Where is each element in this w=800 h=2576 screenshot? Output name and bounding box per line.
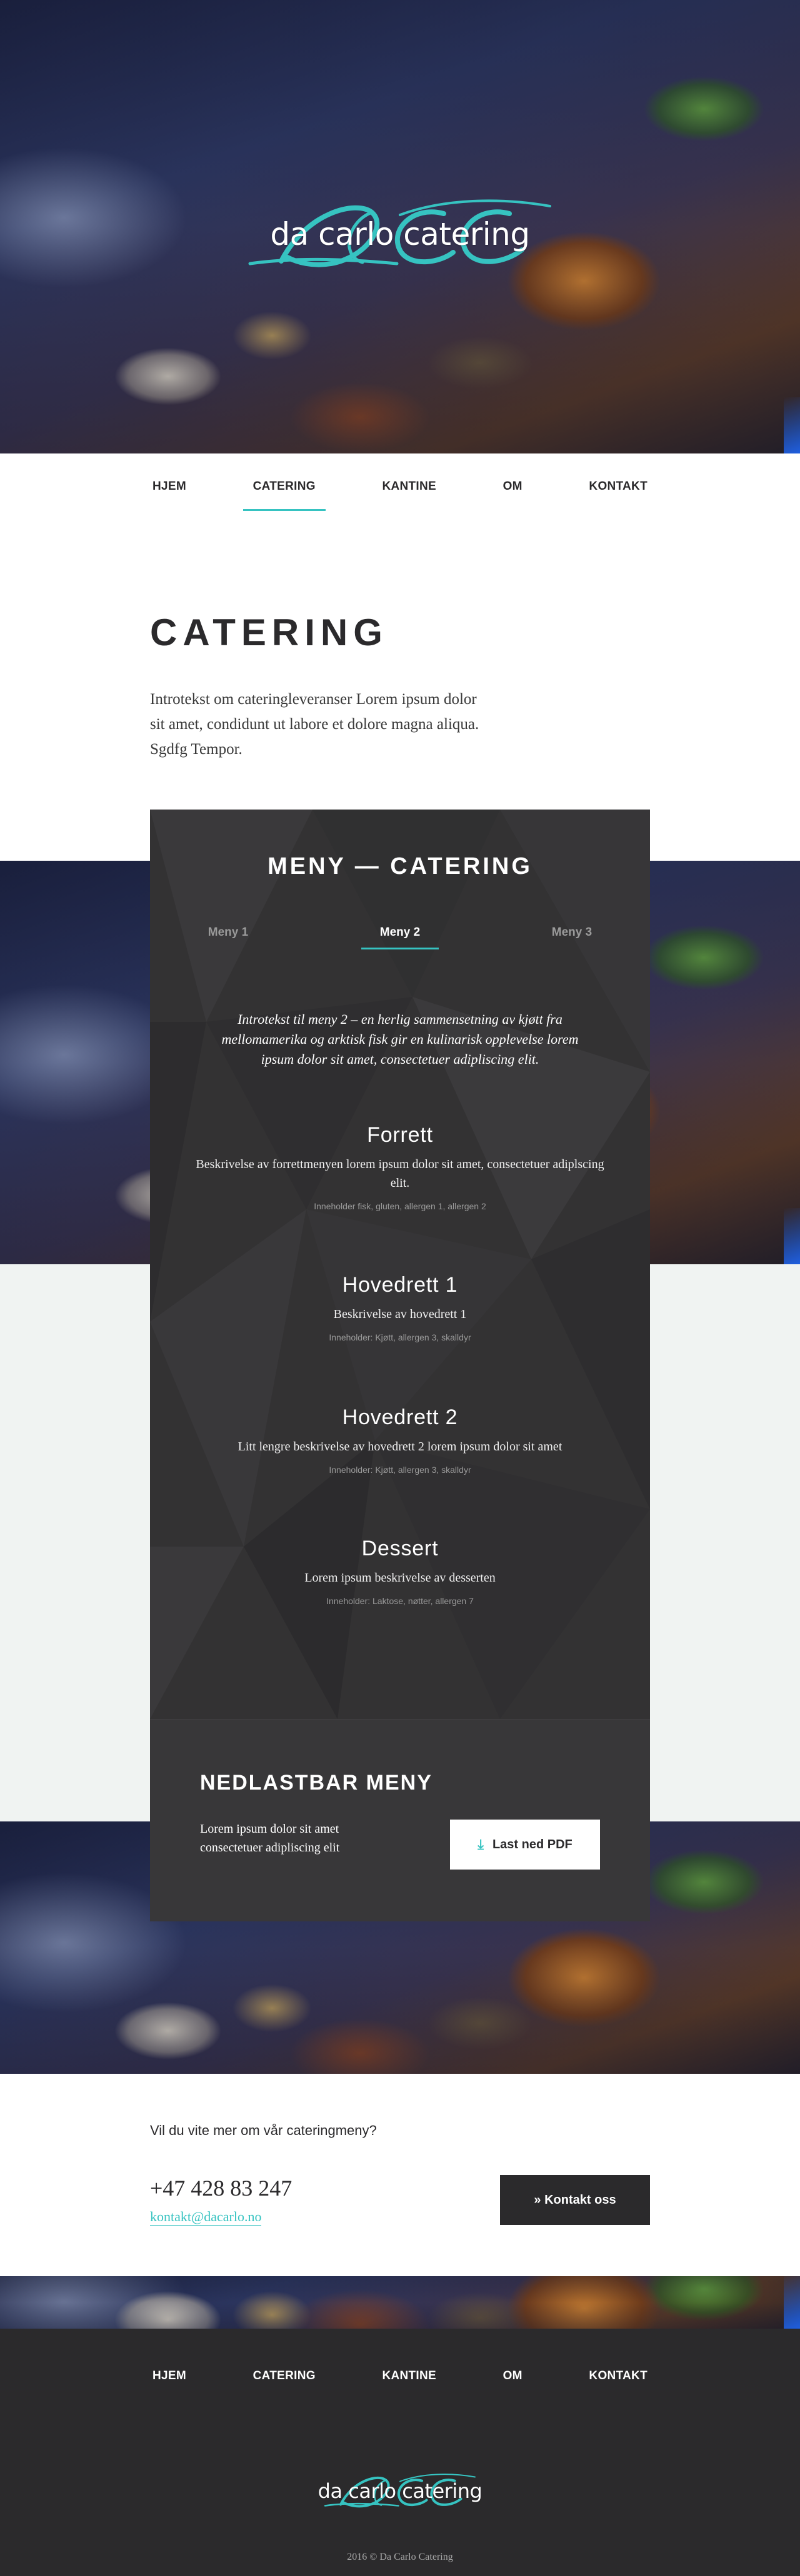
footer-nav-item-catering[interactable]: CATERING — [251, 2364, 318, 2389]
course-allergens: Inneholder fisk, gluten, allergen 1, all… — [314, 1201, 486, 1211]
course-forrett: Forrett Beskrivelse av forrettmenyen lor… — [188, 1123, 612, 1211]
menu-intro: Introtekst til meny 2 – en herlig sammen… — [221, 1011, 579, 1067]
course-dessert: Dessert Lorem ipsum beskrivelse av desse… — [188, 1537, 612, 1606]
download-pdf-label: Last ned PDF — [492, 1837, 572, 1851]
downloadable-menu-section: NEDLASTBAR MENY Lorem ipsum dolor sit am… — [150, 1719, 650, 1921]
hero-image: da carlo catering — [0, 0, 800, 453]
course-allergens: Inneholder: Laktose, nøtter, allergen 7 — [326, 1596, 474, 1606]
footer-nav-item-kantine[interactable]: KANTINE — [379, 2364, 439, 2389]
download-pdf-button[interactable]: ⤓ Last ned PDF — [450, 1820, 600, 1870]
contact-question: Vil du vite mer om vår cateringmeny? — [150, 2123, 377, 2138]
nav-item-hjem[interactable]: HJEM — [150, 475, 189, 506]
logo-text: da carlo catering — [270, 216, 530, 252]
download-title: NEDLASTBAR MENY — [200, 1771, 432, 1795]
footer-nav: HJEM CATERING KANTINE OM KONTAKT — [150, 2364, 650, 2389]
footer-nav-item-om[interactable]: OM — [501, 2364, 525, 2389]
course-hovedrett-1: Hovedrett 1 Beskrivelse av hovedrett 1 I… — [188, 1273, 612, 1342]
tab-meny-2[interactable]: Meny 2 — [350, 926, 450, 949]
contact-us-button[interactable]: » Kontakt oss — [500, 2175, 650, 2225]
course-allergens: Inneholder: Kjøtt, allergen 3, skalldyr — [329, 1332, 471, 1342]
contact-phone: +47 428 83 247 — [150, 2176, 292, 2201]
course-allergens: Inneholder: Kjøtt, allergen 3, skalldyr — [329, 1465, 471, 1475]
nav-item-om[interactable]: OM — [501, 475, 525, 506]
contact-email-link[interactable]: kontakt@dacarlo.no — [150, 2209, 262, 2226]
copyright: 2016 © Da Carlo Catering — [347, 2552, 453, 2562]
page-intro: Introtekst om cateringleveranser Lorem i… — [150, 691, 479, 758]
menu-panel: MENY — CATERING Meny 1 Meny 2 Meny 3 Int… — [150, 810, 650, 1921]
footer-nav-item-kontakt[interactable]: KONTAKT — [586, 2364, 650, 2389]
nav-item-kantine[interactable]: KANTINE — [379, 475, 439, 506]
footer-logo-text: da carlo catering — [318, 2479, 482, 2503]
download-icon: ⤓ — [478, 1836, 484, 1852]
course-description: Litt lengre beskrivelse av hovedrett 2 l… — [238, 1440, 562, 1454]
logo[interactable]: da carlo catering — [0, 187, 800, 281]
main-nav: HJEM CATERING KANTINE OM KONTAKT — [150, 475, 650, 511]
course-description: Lorem ipsum beskrivelse av desserten — [304, 1571, 496, 1585]
course-hovedrett-2: Hovedrett 2 Litt lengre beskrivelse av h… — [188, 1405, 612, 1475]
footer-nav-item-hjem[interactable]: HJEM — [150, 2364, 189, 2389]
menu-title: MENY — CATERING — [268, 853, 532, 879]
course-description: Beskrivelse av forrettmenyen lorem ipsum… — [196, 1157, 604, 1190]
course-title: Hovedrett 2 — [342, 1405, 458, 1429]
course-title: Forrett — [367, 1123, 433, 1147]
footer-logo[interactable]: da carlo catering — [0, 2454, 800, 2529]
page-title: CATERING — [150, 612, 388, 653]
course-title: Hovedrett 1 — [342, 1273, 458, 1297]
tab-meny-1[interactable]: Meny 1 — [178, 926, 278, 949]
course-title: Dessert — [361, 1537, 439, 1560]
nav-item-catering[interactable]: CATERING — [242, 475, 326, 511]
course-description: Beskrivelse av hovedrett 1 — [333, 1307, 467, 1321]
footer-photo-strip — [0, 2276, 800, 2329]
nav-item-kontakt[interactable]: KONTAKT — [586, 475, 650, 506]
download-text: Lorem ipsum dolor sit amet consectetuer … — [200, 1822, 340, 1855]
tab-meny-3[interactable]: Meny 3 — [522, 926, 622, 949]
